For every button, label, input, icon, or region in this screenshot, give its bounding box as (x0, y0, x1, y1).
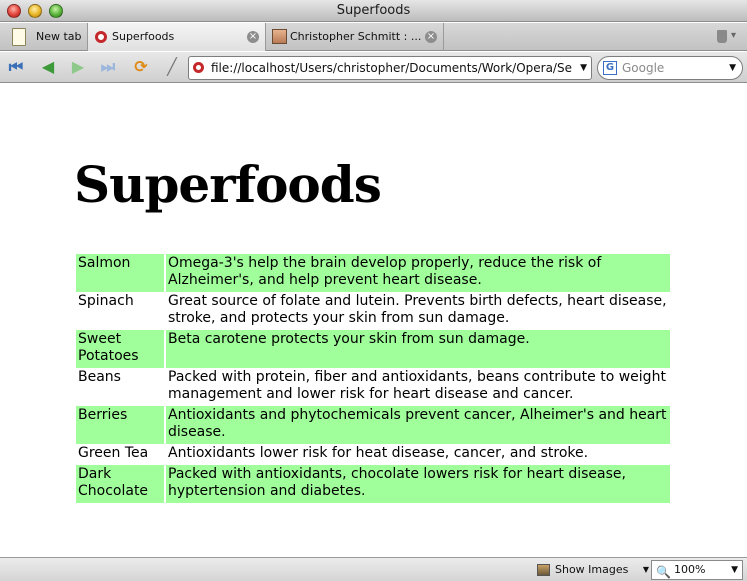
search-dropdown-icon[interactable]: ▼ (729, 57, 736, 79)
window-titlebar: Superfoods (0, 0, 747, 22)
food-name: Dark Chocolate (76, 465, 164, 503)
table-row: Salmon Omega-3's help the brain develop p… (76, 254, 670, 292)
show-images-button[interactable]: Show Images ▼ (537, 561, 649, 579)
site-favicon-icon (272, 29, 287, 44)
superfoods-table: Salmon Omega-3's help the brain develop p… (74, 254, 672, 503)
table-row: Beans Packed with protein, fiber and anti… (76, 368, 670, 406)
address-text: file://localhost/Users/christopher/Docum… (211, 61, 572, 75)
food-benefit: Packed with protein, fiber and antioxida… (168, 369, 666, 402)
rewind-button[interactable]: ⏮ (5, 57, 27, 77)
navigation-toolbar: ⏮ ◀ ▶ ⏭ ⟳ ╱ file://localhost/Users/chris… (0, 52, 747, 83)
page-title: Superfoods (74, 155, 382, 214)
opera-favicon-icon (193, 62, 204, 73)
close-window-button[interactable] (7, 4, 21, 18)
new-tab-label: New tab (36, 30, 82, 43)
address-dropdown-icon[interactable]: ▼ (577, 57, 587, 79)
new-tab-button[interactable]: New tab (0, 23, 88, 51)
address-field[interactable]: file://localhost/Users/christopher/Docum… (188, 56, 592, 80)
zoom-select[interactable]: 🔍 100% ▼ (651, 560, 743, 580)
table-row: Green Tea Antioxidants lower risk for hea… (76, 444, 670, 465)
tab-bar: New tab Superfoods × Christopher Schmitt… (0, 23, 747, 51)
new-page-icon (12, 28, 26, 46)
magnifier-icon: 🔍 (656, 565, 671, 579)
close-tab-icon[interactable]: × (247, 31, 259, 43)
google-icon[interactable]: G (603, 61, 617, 75)
chevron-down-icon: ▼ (731, 565, 738, 575)
back-button[interactable]: ◀ (37, 57, 59, 77)
food-benefit: Beta carotene protects your skin from su… (166, 330, 670, 368)
closed-tabs-trash-button[interactable]: ▾ (715, 29, 739, 45)
table-row: Sweet Potatoes Beta carotene protects you… (76, 330, 670, 368)
close-tab-icon[interactable]: × (425, 31, 437, 43)
show-images-label: Show Images (555, 563, 629, 576)
zoom-window-button[interactable] (49, 4, 63, 18)
image-icon (537, 564, 550, 576)
food-benefit: Antioxidants and phytochemicals prevent … (166, 406, 670, 444)
table-row: Berries Antioxidants and phytochemicals p… (76, 406, 670, 444)
search-field[interactable]: G Google ▼ (597, 56, 743, 80)
minimize-window-button[interactable] (28, 4, 42, 18)
food-benefit: Antioxidants lower risk for heat disease… (168, 445, 589, 461)
status-bar: Show Images ▼ 🔍 100% ▼ (0, 557, 747, 581)
reload-button[interactable]: ⟳ (130, 57, 152, 77)
food-name: Salmon (76, 254, 164, 292)
food-name: Sweet Potatoes (76, 330, 164, 368)
table-row: Spinach Great source of folate and lutein… (76, 292, 670, 330)
food-benefit: Omega-3's help the brain develop properl… (166, 254, 670, 292)
food-benefit: Great source of folate and lutein. Preve… (168, 293, 667, 326)
table-row: Dark Chocolate Packed with antioxidants, … (76, 465, 670, 503)
forward-button[interactable]: ▶ (67, 57, 89, 77)
zoom-value: 100% (674, 563, 706, 576)
tab-christopher-schmitt[interactable]: Christopher Schmitt : ... × (266, 23, 444, 51)
opera-favicon-icon (95, 31, 107, 43)
chevron-down-icon: ▾ (731, 30, 737, 41)
food-benefit: Packed with antioxidants, chocolate lowe… (166, 465, 670, 503)
tab-superfoods[interactable]: Superfoods × (88, 23, 266, 51)
food-name: Beans (78, 369, 121, 385)
trash-icon (717, 30, 727, 43)
food-name: Spinach (78, 293, 134, 309)
fast-forward-button[interactable]: ⏭ (97, 57, 119, 77)
search-placeholder: Google (622, 61, 665, 75)
tab-label: Superfoods (112, 30, 175, 43)
tab-label: Christopher Schmitt : ... (290, 30, 422, 43)
window-title: Superfoods (336, 3, 411, 18)
food-name: Berries (76, 406, 164, 444)
superfoods-table-body: Salmon Omega-3's help the brain develop p… (76, 254, 670, 503)
chevron-down-icon: ▼ (642, 565, 649, 574)
food-name: Green Tea (78, 445, 149, 461)
wand-button[interactable]: ╱ (161, 57, 183, 77)
